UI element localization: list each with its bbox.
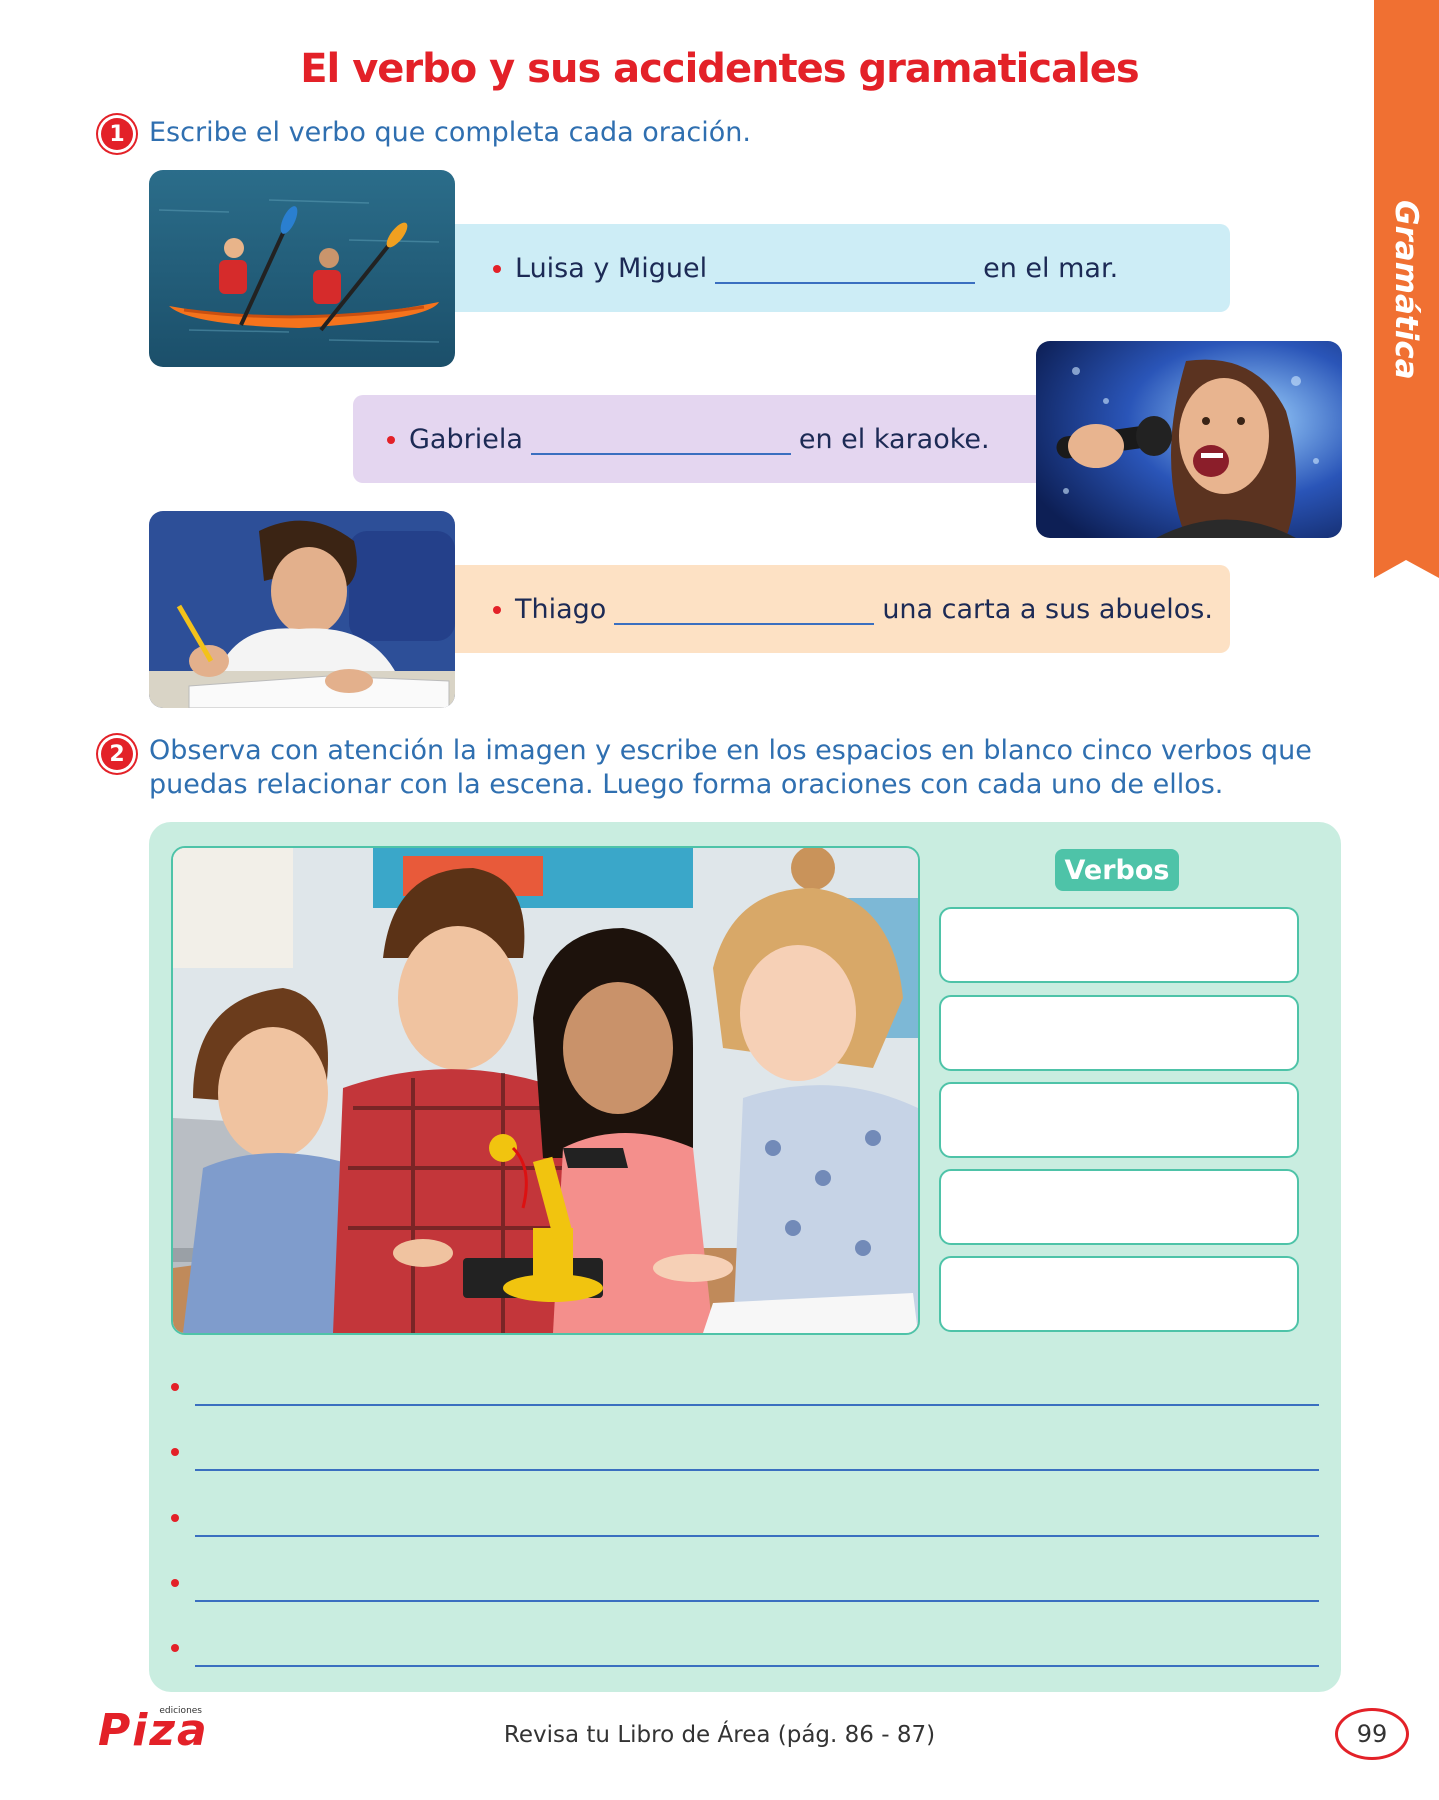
sentence-band-2: Gabriela en el karaoke. <box>353 395 1053 483</box>
sentence-band-3: Thiago una carta a sus abuelos. <box>440 565 1230 653</box>
sentence-bullet <box>171 1448 179 1456</box>
boy-writing-photo <box>149 511 455 708</box>
verb-input-4[interactable] <box>939 1169 1299 1245</box>
singer-photo <box>1036 341 1342 538</box>
sentence-bullet <box>171 1644 179 1652</box>
sentence-bullet <box>171 1514 179 1522</box>
kids-robotics-photo <box>171 846 920 1335</box>
activity-1-number: 1 <box>101 118 133 150</box>
side-tab-tail <box>1374 560 1439 578</box>
sentence-line-4[interactable] <box>195 1600 1319 1602</box>
sentence-bullet <box>171 1383 179 1391</box>
sentence-2-before: Gabriela <box>409 423 523 455</box>
activity-1-instruction: Escribe el verbo que completa cada oraci… <box>149 117 751 148</box>
sentence-2-blank[interactable] <box>530 427 791 455</box>
sentence-1-before: Luisa y Miguel <box>515 252 708 284</box>
bullet-dot <box>493 265 501 273</box>
footer-reference: Revisa tu Libro de Área (pág. 86 - 87) <box>503 1722 936 1748</box>
bullet-dot <box>493 606 501 614</box>
sentence-3-blank[interactable] <box>614 597 875 625</box>
activity-2-instruction-line-1: Observa con atención la imagen y escribe… <box>149 735 1312 766</box>
verbs-header: Verbos <box>1055 849 1179 891</box>
sentence-bullet <box>171 1579 179 1587</box>
verb-input-2[interactable] <box>939 995 1299 1071</box>
verb-input-1[interactable] <box>939 907 1299 983</box>
page-number: 99 <box>1335 1708 1409 1760</box>
section-label: Gramática <box>1388 200 1424 380</box>
sentence-3-before: Thiago <box>515 593 607 625</box>
activity-2-instruction-line-2: puedas relacionar con la escena. Luego f… <box>149 769 1224 800</box>
sentence-3-after: una carta a sus abuelos. <box>882 593 1213 625</box>
sentence-1-after: en el mar. <box>983 252 1119 284</box>
verb-input-5[interactable] <box>939 1256 1299 1332</box>
sentence-line-5[interactable] <box>195 1665 1319 1667</box>
sentence-band-1: Luisa y Miguel en el mar. <box>440 224 1230 312</box>
verb-input-3[interactable] <box>939 1082 1299 1158</box>
page-title: El verbo y sus accidentes gramaticales <box>300 46 1140 92</box>
sentence-1-blank[interactable] <box>715 256 976 284</box>
sentence-2-after: en el karaoke. <box>798 423 990 455</box>
sentence-line-3[interactable] <box>195 1535 1319 1537</box>
activity-2-number: 2 <box>101 738 133 770</box>
bullet-dot <box>387 436 395 444</box>
sentence-line-2[interactable] <box>195 1469 1319 1471</box>
logo-subtext: ediciones <box>159 1706 202 1716</box>
sentence-line-1[interactable] <box>195 1404 1319 1406</box>
kayak-photo <box>149 170 455 367</box>
